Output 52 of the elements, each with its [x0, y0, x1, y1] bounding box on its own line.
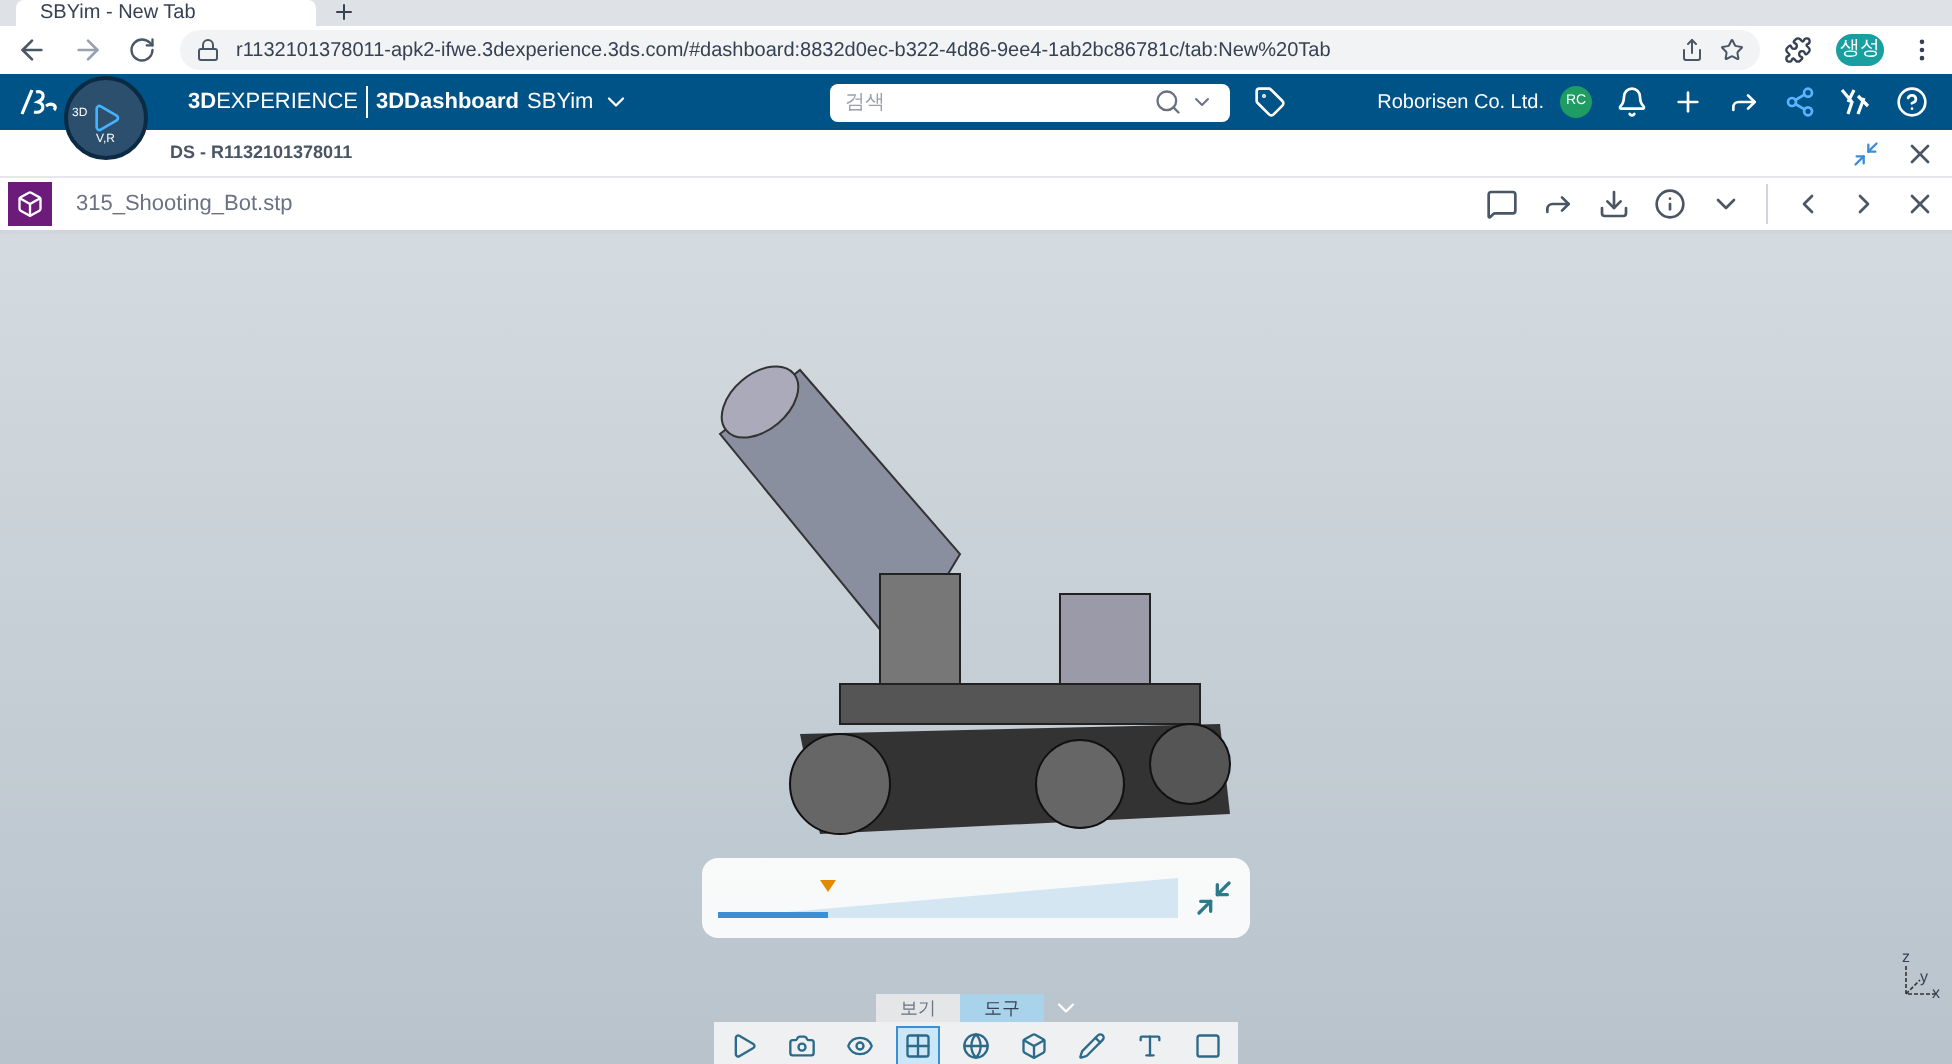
share-icon[interactable] [1680, 38, 1704, 62]
network-icon[interactable] [1784, 86, 1816, 118]
grid-icon [904, 1032, 932, 1060]
search-icon[interactable] [1153, 88, 1182, 116]
forward-icon[interactable] [72, 34, 104, 66]
download-icon[interactable] [1598, 188, 1630, 220]
pencil-icon [1078, 1032, 1106, 1060]
slider-thumb[interactable] [820, 880, 837, 892]
compass-apps-icon[interactable] [1840, 88, 1872, 116]
axis-label: z [1902, 950, 1910, 966]
company-name: Roborisen Co. Ltd. [1377, 89, 1544, 117]
back-icon[interactable] [16, 34, 48, 66]
depth-slider[interactable] [718, 874, 1178, 922]
3d-viewport[interactable]: 보기 도구 z y x [0, 234, 1952, 1064]
file-name: 315_Shooting_Bot.stp [76, 189, 295, 220]
info-icon[interactable] [1654, 188, 1686, 220]
cube-icon [16, 190, 44, 218]
comment-icon[interactable] [1486, 188, 1518, 220]
add-icon[interactable] [1672, 86, 1704, 118]
axis-label: y [1920, 970, 1928, 986]
brand-title: 3DEXPERIENCE [188, 87, 358, 118]
play-icon [730, 1032, 758, 1060]
browser-tab[interactable]: SBYim - New Tab [16, 0, 316, 26]
camera-icon [788, 1032, 816, 1060]
app-title: 3DDashboard [365, 85, 520, 119]
cube-icon [1020, 1032, 1048, 1060]
extensions-icon[interactable] [1784, 36, 1812, 64]
tag-icon[interactable] [1253, 86, 1286, 118]
eye-icon [846, 1032, 874, 1060]
play-icon[interactable] [90, 102, 122, 134]
globe-icon [962, 1032, 990, 1060]
toolbar-tab[interactable]: 보기 [876, 994, 960, 1022]
help-icon[interactable] [1896, 86, 1928, 118]
lock-icon [196, 38, 220, 62]
fit-icon[interactable] [1194, 878, 1234, 918]
dashboard-title: DS - R1132101378011 [170, 139, 355, 166]
url-field[interactable]: r1132101378011-apk2-ifwe.3dexperience.3ds.com/#dashboard:8832d0ec-b322-4d86-9ee4-1ab2bc86781c/tab:New%20Tab [180, 30, 1760, 70]
reload-icon[interactable] [128, 36, 156, 64]
tool-button[interactable] [896, 1026, 940, 1064]
search-input[interactable]: 검색 [845, 87, 1146, 117]
user-name: SBYim [527, 87, 594, 118]
minimize-icon[interactable] [1852, 139, 1880, 167]
url-text: r1132101378011-apk2-ifwe.3dexperience.3ds.com/#dashboard:8832d0ec-b322-4d86-9ee4-1ab2bc86781c/tab:New%20Tab [236, 37, 1333, 65]
text-icon [1136, 1032, 1164, 1060]
axis-label: x [1932, 986, 1940, 1002]
ds-logo-icon [16, 86, 60, 118]
bell-icon[interactable] [1616, 86, 1648, 118]
new-tab-icon[interactable] [332, 0, 356, 24]
toolbar-tab[interactable]: 도구 [960, 994, 1044, 1022]
star-icon[interactable] [1720, 38, 1744, 62]
frame-icon [1194, 1032, 1222, 1060]
search-bar[interactable]: 검색 [829, 83, 1230, 121]
